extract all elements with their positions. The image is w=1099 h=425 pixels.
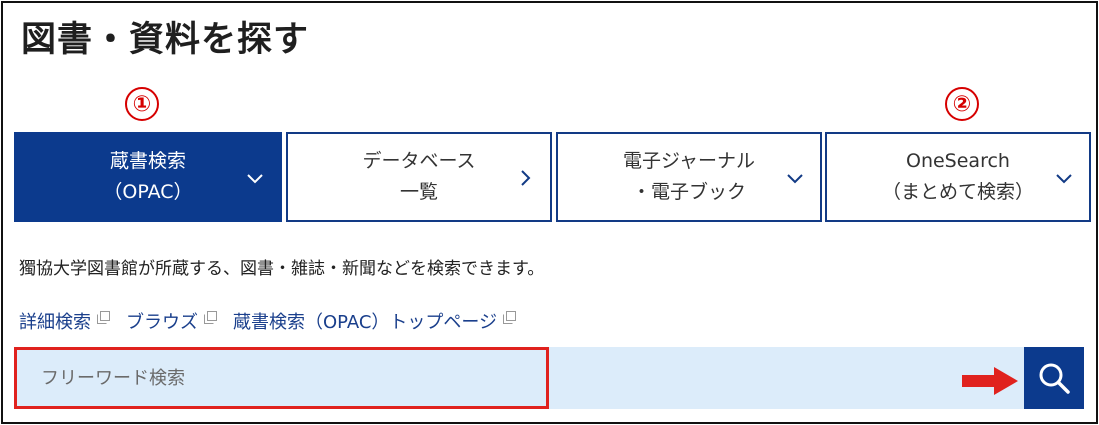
search-bar: [14, 347, 1024, 409]
tab-label-line2: （まとめて検索）: [881, 181, 1034, 203]
browse-link[interactable]: ブラウズ: [126, 308, 217, 334]
opac-top-page-link[interactable]: 蔵書検索（OPAC）トップページ: [233, 308, 517, 334]
chevron-down-icon: [247, 174, 263, 184]
tab-label-line1: 電子ジャーナル: [622, 150, 756, 172]
tab-label-line2: ・電子ブック: [631, 181, 746, 203]
advanced-search-link[interactable]: 詳細検索: [19, 308, 110, 334]
annotation-marker-1: ①: [125, 87, 159, 121]
link-label: 蔵書検索（OPAC）トップページ: [233, 312, 498, 333]
annotation-marker-2: ②: [945, 87, 979, 121]
tab-label-line1: 蔵書検索: [109, 150, 186, 172]
external-link-icon: [97, 310, 110, 324]
page-title: 図書・資料を探す: [21, 20, 310, 60]
search-description: 獨協大学図書館が所蔵する、図書・雑誌・新聞などを検索できます。: [19, 259, 545, 279]
chevron-down-icon: [787, 174, 803, 184]
tab-label-line1: OneSearch: [906, 150, 1010, 172]
search-panel: 図書・資料を探す ① ② 蔵書検索 （OPAC） データベース 一覧 電子ジャー…: [1, 1, 1098, 424]
link-label: ブラウズ: [126, 312, 198, 333]
external-link-icon: [503, 310, 517, 324]
tab-label-line2: （OPAC）: [103, 181, 193, 203]
tab-onesearch[interactable]: OneSearch （まとめて検索）: [825, 132, 1091, 222]
search-button[interactable]: [1024, 347, 1084, 409]
link-label: 詳細検索: [19, 312, 91, 333]
search-input[interactable]: [14, 347, 549, 409]
arrow-right-icon: [962, 367, 1018, 395]
tab-label-line2: 一覧: [399, 181, 438, 203]
search-icon: [1039, 363, 1070, 394]
search-links: 詳細検索 ブラウズ 蔵書検索（OPAC）トップページ: [19, 308, 532, 334]
chevron-right-icon: [521, 170, 531, 186]
tab-database-list[interactable]: データベース 一覧: [286, 132, 552, 222]
search-tabs: 蔵書検索 （OPAC） データベース 一覧 電子ジャーナル ・電子ブック One…: [14, 132, 1091, 222]
tab-ejournal-ebook[interactable]: 電子ジャーナル ・電子ブック: [556, 132, 822, 222]
tab-opac[interactable]: 蔵書検索 （OPAC）: [14, 132, 282, 222]
tab-label-line1: データベース: [362, 150, 476, 172]
external-link-icon: [204, 310, 217, 324]
chevron-down-icon: [1056, 174, 1072, 184]
